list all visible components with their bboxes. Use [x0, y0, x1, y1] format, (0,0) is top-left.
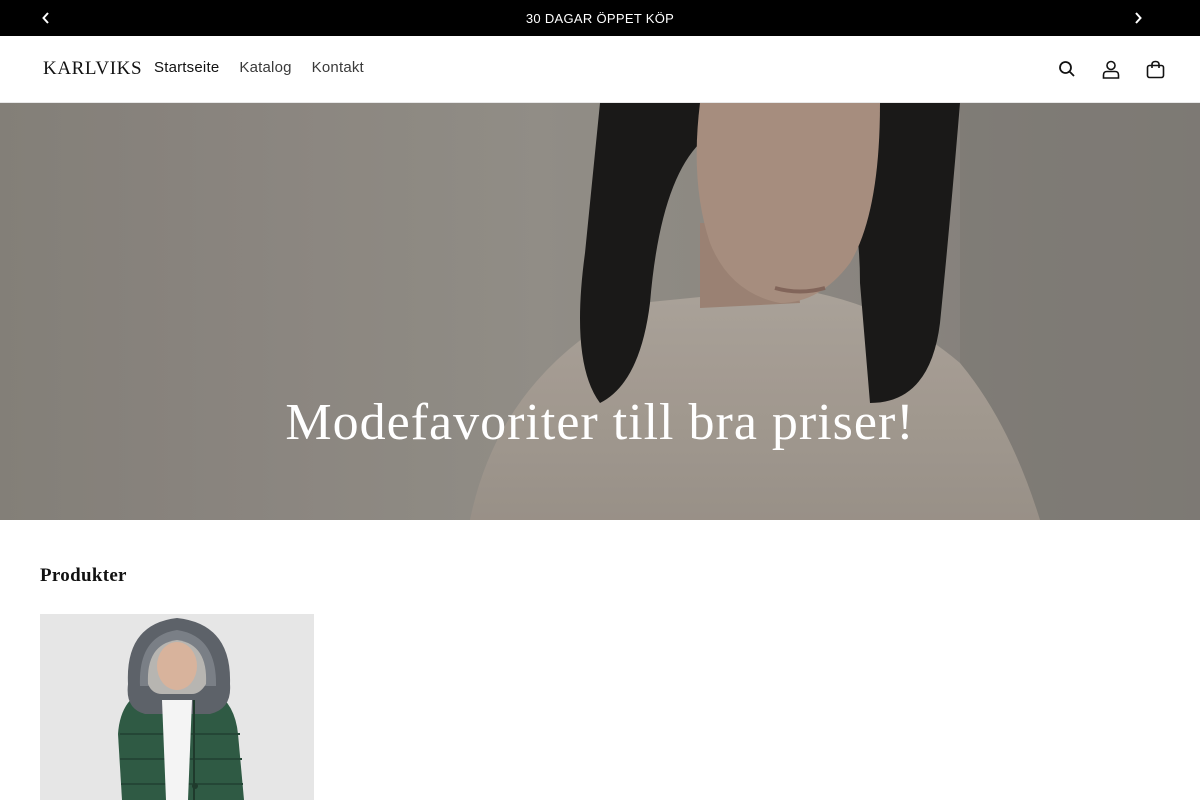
- nav-startseite[interactable]: Startseite: [154, 59, 219, 76]
- site-header: KARLVIKS Startseite Katalog Kontakt: [0, 36, 1200, 103]
- hero-title: Modefavoriter till bra priser!: [285, 394, 915, 451]
- chevron-left-icon: [42, 12, 49, 24]
- hero-banner: Modefavoriter till bra priser!: [0, 103, 1200, 520]
- product-image: [40, 614, 314, 800]
- account-icon: [1102, 60, 1120, 79]
- announcement-text: 30 DAGAR ÖPPET KÖP: [525, 10, 675, 26]
- nav-katalog[interactable]: Katalog: [239, 59, 291, 76]
- product-card[interactable]: [40, 614, 314, 800]
- header-icons: [1056, 58, 1166, 80]
- cart-icon: [1146, 60, 1164, 78]
- hero-image: [0, 103, 1200, 520]
- search-icon: [1059, 61, 1075, 77]
- products-heading: Produkter: [40, 565, 127, 586]
- announcement-bar: 30 DAGAR ÖPPET KÖP: [0, 0, 1200, 36]
- search-button[interactable]: [1056, 58, 1078, 80]
- main-nav: Startseite Katalog Kontakt: [154, 59, 364, 76]
- announcement-prev-button[interactable]: [28, 0, 64, 36]
- account-button[interactable]: [1100, 58, 1122, 80]
- nav-kontakt[interactable]: Kontakt: [312, 59, 364, 76]
- chevron-right-icon: [1135, 12, 1142, 24]
- announcement-next-button[interactable]: [1120, 0, 1156, 36]
- cart-button[interactable]: [1144, 58, 1166, 80]
- site-logo[interactable]: KARLVIKS: [43, 58, 142, 80]
